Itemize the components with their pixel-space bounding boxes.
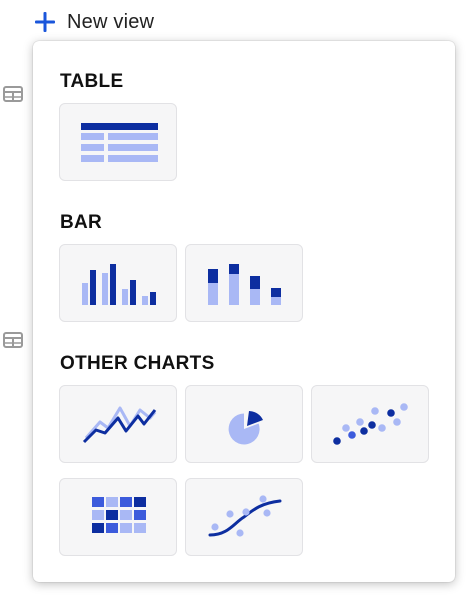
scatter-plot-option[interactable] xyxy=(311,385,429,463)
toolbar: New view xyxy=(0,0,474,40)
plus-icon xyxy=(35,12,55,32)
scatter-plot-icon xyxy=(333,403,408,445)
pie-chart-option[interactable] xyxy=(185,385,303,463)
new-view-button[interactable]: New view xyxy=(33,10,154,34)
table-icon[interactable] xyxy=(3,86,23,102)
new-view-label: New view xyxy=(67,10,155,33)
section-title-other-charts: OTHER CHARTS xyxy=(60,353,215,374)
trend-line-icon xyxy=(208,495,282,537)
line-chart-icon xyxy=(82,406,157,444)
pie-chart-icon xyxy=(228,411,263,445)
section-title-table: TABLE xyxy=(60,71,124,92)
trend-line-option[interactable] xyxy=(185,478,303,556)
table-option[interactable] xyxy=(59,103,177,181)
grouped-bar-option[interactable] xyxy=(59,244,177,322)
stacked-bar-option[interactable] xyxy=(185,244,303,322)
table-icon[interactable] xyxy=(3,332,23,348)
table-chart-icon xyxy=(81,123,158,162)
heatmap-option[interactable] xyxy=(59,478,177,556)
stacked-bar-chart-icon xyxy=(208,264,281,305)
grouped-bar-chart-icon xyxy=(82,264,156,305)
section-title-bar: BAR xyxy=(60,212,103,233)
heatmap-icon xyxy=(92,497,146,533)
line-chart-option[interactable] xyxy=(59,385,177,463)
new-view-menu: TABLE BAR OTHER CHARTS xyxy=(33,41,455,582)
